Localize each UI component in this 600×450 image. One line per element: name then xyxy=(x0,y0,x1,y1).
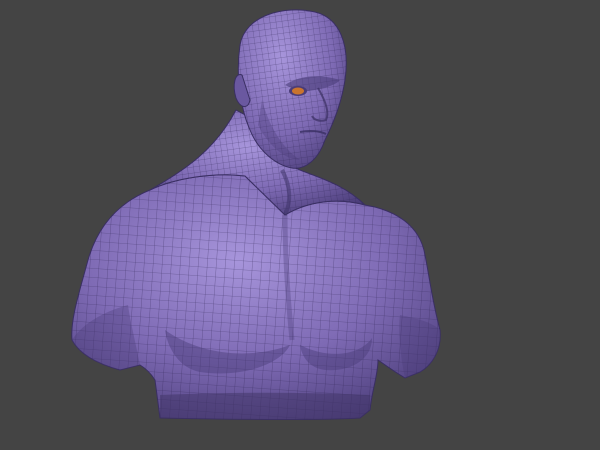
model-canvas[interactable] xyxy=(0,0,600,450)
3d-viewport[interactable] xyxy=(0,0,600,450)
eye xyxy=(292,87,304,95)
torso xyxy=(71,174,441,420)
torso-wireframe xyxy=(71,174,441,420)
